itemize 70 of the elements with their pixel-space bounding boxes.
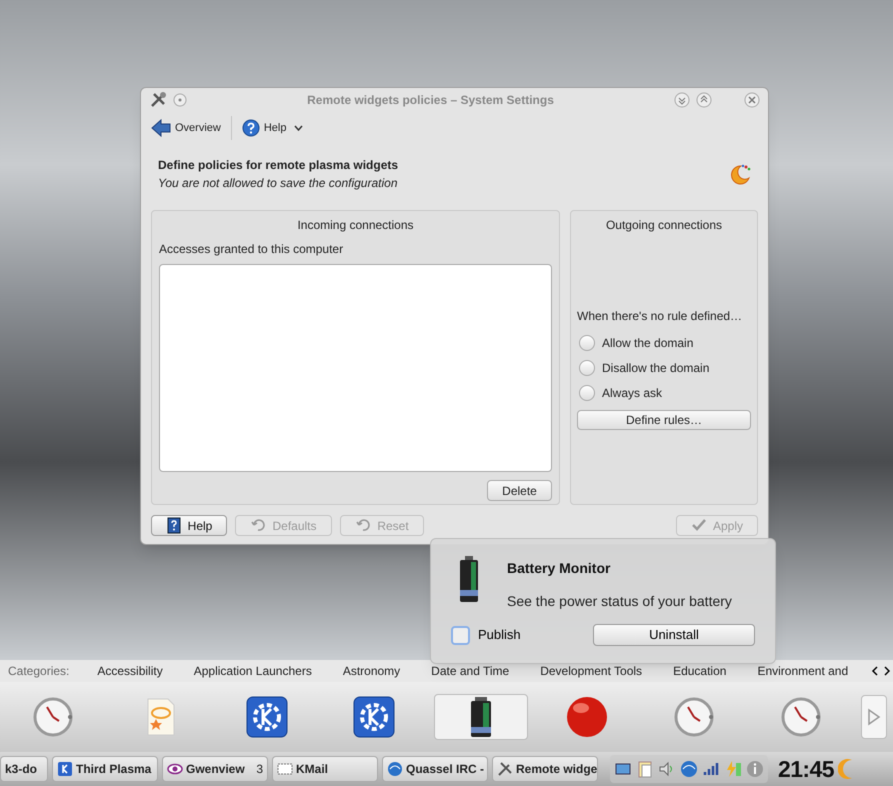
radio-option[interactable]: Disallow the domain xyxy=(577,355,751,380)
radio-button[interactable] xyxy=(579,360,595,376)
define-rules-button[interactable]: Define rules… xyxy=(577,410,751,430)
category-tab[interactable]: Education xyxy=(673,662,726,680)
widget-title: Battery Monitor xyxy=(507,559,612,578)
task-label: Remote widge xyxy=(516,761,598,778)
clipboard-icon[interactable] xyxy=(636,760,654,778)
radio-option[interactable]: Allow the domain xyxy=(577,330,751,355)
radio-button[interactable] xyxy=(579,384,595,400)
undo-arrow-icon xyxy=(250,517,266,534)
radio-option[interactable]: Always ask xyxy=(577,380,751,405)
window-count: 3 xyxy=(256,761,263,778)
task-label: k3-do xyxy=(5,761,38,778)
back-arrow-icon xyxy=(151,119,171,137)
eye-icon xyxy=(167,761,183,777)
play-arrow-icon xyxy=(867,708,881,726)
battery-icon xyxy=(457,555,481,603)
dropdown-caret-icon[interactable] xyxy=(294,125,304,131)
radio-button[interactable] xyxy=(579,334,595,350)
window-title: Remote widgets policies – System Settings xyxy=(306,92,555,109)
help-button[interactable]: Help xyxy=(240,119,288,137)
category-tab[interactable]: Development Tools xyxy=(540,662,642,680)
selected-widget-tile[interactable] xyxy=(434,694,528,740)
publish-checkbox[interactable] xyxy=(451,626,470,644)
help-book-icon xyxy=(166,517,182,534)
task-button[interactable]: k3-do xyxy=(0,756,48,782)
overview-button[interactable]: Overview xyxy=(149,119,223,137)
crescent-logo-icon xyxy=(729,163,751,185)
category-tab[interactable]: Date and Time xyxy=(431,662,510,680)
close-icon[interactable] xyxy=(744,92,760,108)
signal-bars-icon[interactable] xyxy=(702,760,720,778)
task-label: Gwenview xyxy=(186,761,246,778)
group-title: Outgoing connections xyxy=(604,217,724,234)
category-tab[interactable]: Accessibility xyxy=(97,662,163,680)
task-label: KMail xyxy=(296,761,330,778)
page-subtitle: You are not allowed to save the configuration xyxy=(158,175,398,192)
category-tab[interactable]: Astronomy xyxy=(342,662,400,680)
minimize-icon[interactable] xyxy=(674,92,690,108)
help-icon xyxy=(242,119,260,137)
group-title: Incoming connections xyxy=(296,217,415,234)
envelope-icon xyxy=(277,761,293,777)
globe-icon[interactable] xyxy=(680,760,698,778)
clock[interactable]: 21:45 xyxy=(778,752,834,786)
task-button[interactable]: Quassel IRC - xyxy=(382,756,488,782)
task-label: Quassel IRC - xyxy=(406,761,484,778)
widget-description: See the power status of your battery xyxy=(507,592,732,611)
task-button[interactable]: Remote widge xyxy=(492,756,598,782)
task-button[interactable]: KMail xyxy=(272,756,378,782)
undo-arrow-icon xyxy=(355,517,372,534)
uninstall-button[interactable]: Uninstall xyxy=(593,624,755,646)
task-button[interactable]: Gwenview 3 xyxy=(162,756,268,782)
next-page-button[interactable] xyxy=(861,695,887,739)
page-heading: Define policies for remote plasma widgets xyxy=(158,157,400,174)
categories-label: Categories: xyxy=(8,663,70,680)
globe-icon xyxy=(387,761,403,777)
category-tab[interactable]: Environment and xyxy=(757,662,848,680)
option-label: Allow the domain xyxy=(602,334,694,352)
option-label: Always ask xyxy=(602,384,662,402)
delete-button[interactable]: Delete xyxy=(487,480,552,501)
help-button[interactable]: Help xyxy=(151,515,227,536)
maximize-icon[interactable] xyxy=(696,92,712,108)
list-label: Accesses granted to this computer xyxy=(159,241,344,258)
task-button[interactable]: Third Plasma xyxy=(52,756,158,782)
rule-prompt: When there's no rule defined… xyxy=(577,308,744,325)
publish-label: Publish xyxy=(478,626,521,644)
category-tab[interactable]: Application Launchers xyxy=(194,662,312,680)
task-label: Third Plasma xyxy=(76,761,152,778)
info-icon[interactable] xyxy=(746,760,764,778)
option-label: Disallow the domain xyxy=(602,360,710,376)
pin-icon[interactable] xyxy=(173,93,187,107)
